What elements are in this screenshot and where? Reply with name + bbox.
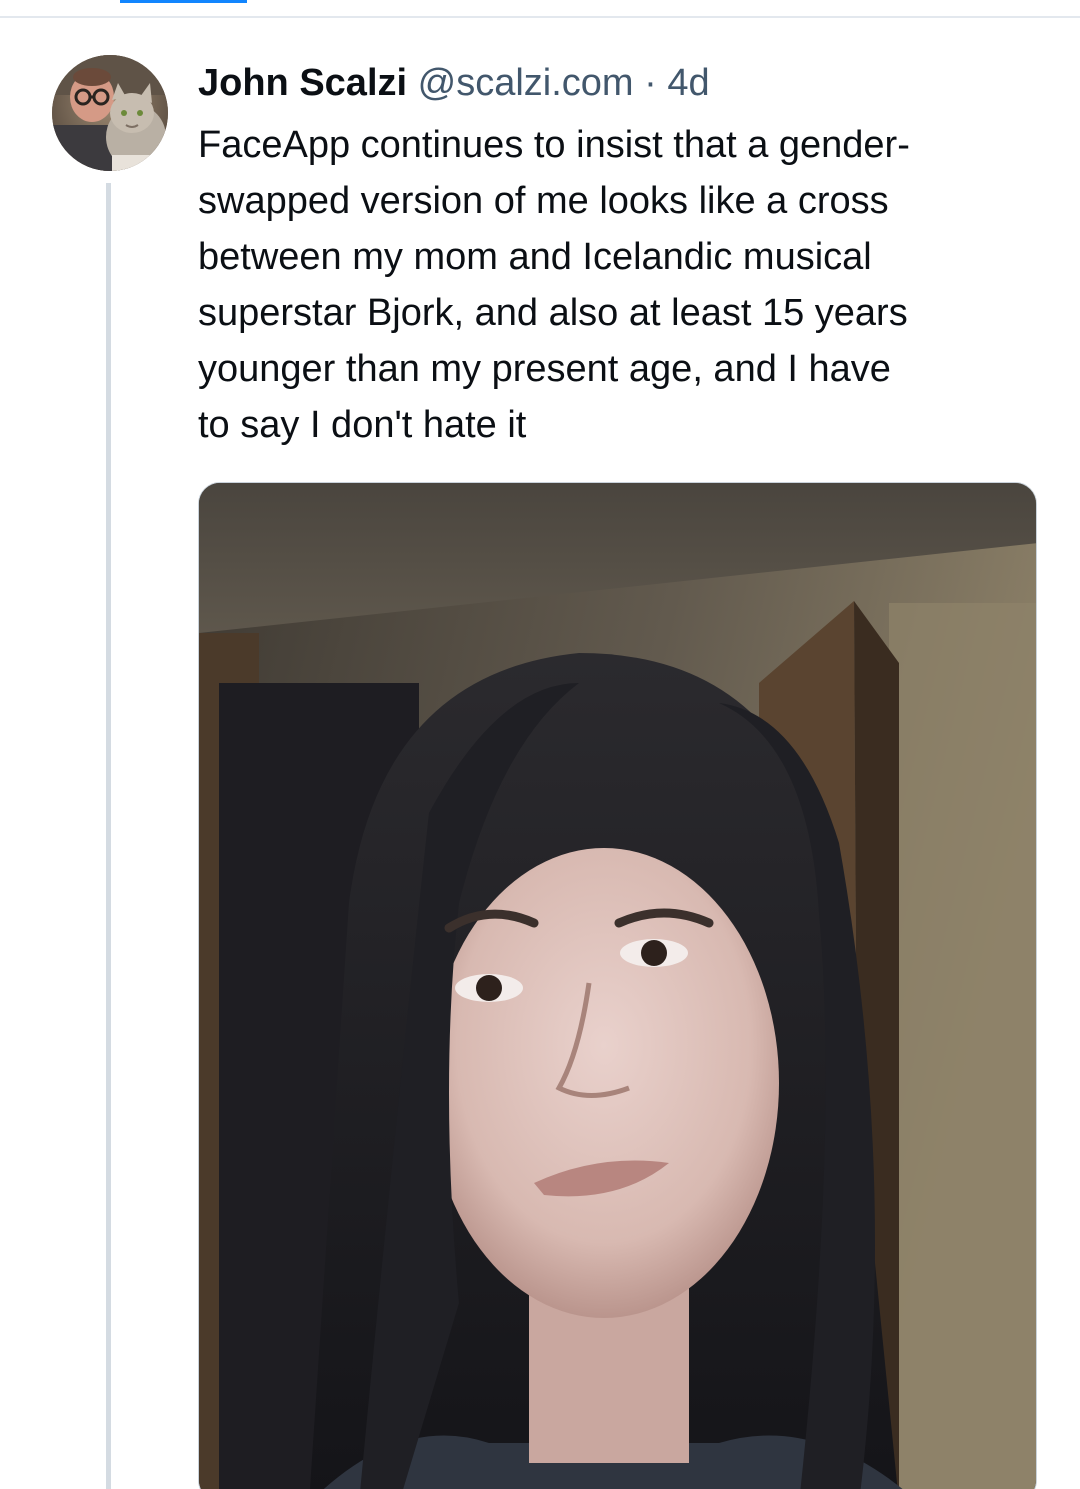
- author-display-name[interactable]: John Scalzi: [198, 62, 407, 104]
- post-text-line: between my mom and Icelandic musical: [198, 236, 872, 278]
- portrait-photo-icon: [199, 483, 1036, 1489]
- post-text-line: to say I don't hate it: [198, 404, 527, 446]
- post-body: FaceApp continues to insist that a gende…: [198, 117, 1048, 453]
- thread-line: [106, 183, 111, 1489]
- avatar-image: [52, 55, 168, 171]
- active-tab-indicator: [120, 0, 247, 3]
- post-text-line: younger than my present age, and I have: [198, 348, 891, 390]
- post-text-line: swapped version of me looks like a cross: [198, 180, 889, 222]
- post-text-line: FaceApp continues to insist that a gende…: [198, 124, 910, 166]
- post-header: John Scalzi @scalzi.com · 4d: [198, 58, 710, 108]
- post-thread-view: John Scalzi @scalzi.com · 4d FaceApp con…: [0, 0, 1080, 1489]
- post-text-line: superstar Bjork, and also at least 15 ye…: [198, 292, 908, 334]
- post-image[interactable]: [198, 482, 1037, 1489]
- post-timestamp[interactable]: 4d: [667, 62, 709, 104]
- author-handle[interactable]: @scalzi.com: [418, 62, 634, 104]
- meta-separator: ·: [644, 62, 657, 104]
- header-divider: [0, 16, 1080, 18]
- avatar[interactable]: [52, 55, 168, 171]
